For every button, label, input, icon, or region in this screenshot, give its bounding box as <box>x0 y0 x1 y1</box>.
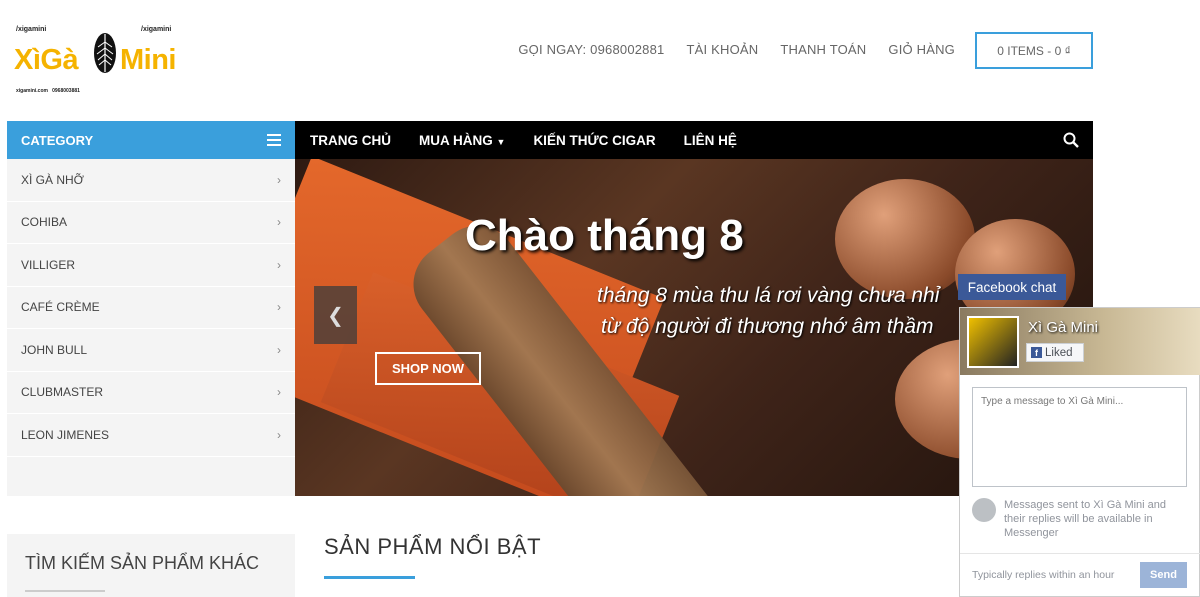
facebook-chat-tab[interactable]: Facebook chat <box>958 274 1066 300</box>
leaf-icon <box>94 33 116 73</box>
category-sidebar: CATEGORY XÌ GÀ NHỠ › COHIBA › VILLIGER › CA… <box>7 121 295 496</box>
site-logo[interactable]: /xigamini /xigamini XìGà Mini xigamini.c… <box>14 26 189 98</box>
facebook-page-avatar[interactable] <box>967 316 1019 368</box>
account-link[interactable]: TÀI KHOẢN <box>686 42 758 57</box>
category-item-label: XÌ GÀ NHỠ <box>21 172 84 187</box>
category-item-label: CAFÉ CRÈME <box>21 300 100 315</box>
search-other-products-title: TÌM KIẾM SẢN PHẨM KHÁC <box>25 553 260 573</box>
hamburger-menu-icon[interactable] <box>267 134 281 146</box>
logo-twitter-handle: /xigamini <box>16 26 47 33</box>
facebook-messenger-info: Messages sent to Xì Gà Mini and their re… <box>972 498 1187 540</box>
cart-link[interactable]: GIỎ HÀNG <box>888 42 955 57</box>
category-item-label: VILLIGER <box>21 257 76 272</box>
logo-contact: xigamini.com 0968003881 <box>16 88 80 94</box>
search-other-products-panel: TÌM KIẾM SẢN PHẨM KHÁC <box>7 534 295 597</box>
chevron-right-icon: › <box>277 342 281 357</box>
facebook-page-name[interactable]: Xì Gà Mini <box>1028 319 1098 336</box>
nav-cigar-knowledge[interactable]: KIẾN THỨC CIGAR <box>533 133 655 148</box>
category-item[interactable]: LEON JIMENES › <box>7 414 295 457</box>
category-item[interactable]: XÌ GÀ NHỠ › <box>7 159 295 202</box>
facebook-message-input[interactable]: Type a message to Xì Gà Mini... <box>972 387 1187 487</box>
nav-home[interactable]: TRANG CHỦ <box>310 133 391 148</box>
carousel-prev-button[interactable]: ❮ <box>314 286 357 344</box>
logo-brand-right: Mini <box>120 44 177 76</box>
banner-nut-image <box>835 179 975 299</box>
chevron-right-icon: › <box>277 172 281 187</box>
featured-title-underline <box>324 576 415 579</box>
top-nav: GỌI NGAY: 0968002881 TÀI KHOẢN THANH TOÁ… <box>518 42 955 57</box>
category-item-label: COHIBA <box>21 215 68 230</box>
logo-website: xigamini.com <box>16 88 48 94</box>
facebook-chat-panel: Xì Gà Mini f Liked Type a message to Xì … <box>959 307 1200 597</box>
category-item-label: JOHN BULL <box>21 342 88 357</box>
category-item-label: CLUBMASTER <box>21 385 104 400</box>
category-item[interactable]: JOHN BULL › <box>7 329 295 372</box>
category-item[interactable]: CLUBMASTER › <box>7 372 295 414</box>
chevron-right-icon: › <box>277 215 281 230</box>
chevron-right-icon: › <box>277 257 281 272</box>
category-item-label: LEON JIMENES <box>21 427 110 442</box>
nav-shop-label: MUA HÀNG <box>419 132 493 148</box>
banner-subtitle-line2: từ độ người đi thương nhớ âm thầm <box>601 315 934 338</box>
facebook-icon: f <box>1031 347 1042 358</box>
chevron-right-icon: › <box>277 427 281 442</box>
featured-products-title: SẢN PHẨM NỔI BẬT <box>324 534 542 559</box>
checkout-link[interactable]: THANH TOÁN <box>780 42 866 57</box>
caret-down-icon: ▼ <box>496 136 506 147</box>
logo-brand: XìGà Mini <box>14 44 177 77</box>
facebook-send-button[interactable]: Send <box>1140 562 1187 588</box>
nav-contact[interactable]: LIÊN HỆ <box>684 133 737 148</box>
banner-subtitle-line1: tháng 8 mùa thu lá rơi vàng chưa nhỉ <box>597 284 940 307</box>
chevron-right-icon: › <box>277 385 281 400</box>
facebook-chat-footer: Typically replies within an hour Send <box>960 553 1200 597</box>
banner-title: Chào tháng 8 <box>465 211 744 260</box>
main-nav: TRANG CHỦ MUA HÀNG ▼ KIẾN THỨC CIGAR LIÊ… <box>295 121 1093 159</box>
shop-now-button[interactable]: SHOP NOW <box>375 352 481 385</box>
section-divider <box>25 590 105 592</box>
cart-summary-button[interactable]: 0 ITEMS - 0 ₫ <box>975 32 1093 69</box>
category-item[interactable]: CAFÉ CRÈME › <box>7 287 295 329</box>
chevron-right-icon: › <box>277 300 281 315</box>
facebook-liked-label: Liked <box>1045 346 1073 359</box>
facebook-reply-time: Typically replies within an hour <box>972 569 1115 581</box>
category-title: CATEGORY <box>21 132 94 148</box>
category-header[interactable]: CATEGORY <box>7 121 295 159</box>
logo-facebook-handle: /xigamini <box>141 26 172 33</box>
category-item[interactable]: COHIBA › <box>7 202 295 244</box>
facebook-messenger-info-text: Messages sent to Xì Gà Mini and their re… <box>1004 499 1167 539</box>
messenger-icon <box>972 498 996 522</box>
nav-shop[interactable]: MUA HÀNG ▼ <box>419 133 505 148</box>
search-icon[interactable] <box>1063 132 1079 148</box>
facebook-liked-button[interactable]: f Liked <box>1026 343 1084 362</box>
category-item[interactable]: VILLIGER › <box>7 244 295 287</box>
logo-brand-left: XìGà <box>14 44 79 76</box>
call-now-link[interactable]: GỌI NGAY: 0968002881 <box>518 42 664 57</box>
chevron-left-icon: ❮ <box>327 304 344 327</box>
logo-phone: 0968003881 <box>52 88 80 94</box>
